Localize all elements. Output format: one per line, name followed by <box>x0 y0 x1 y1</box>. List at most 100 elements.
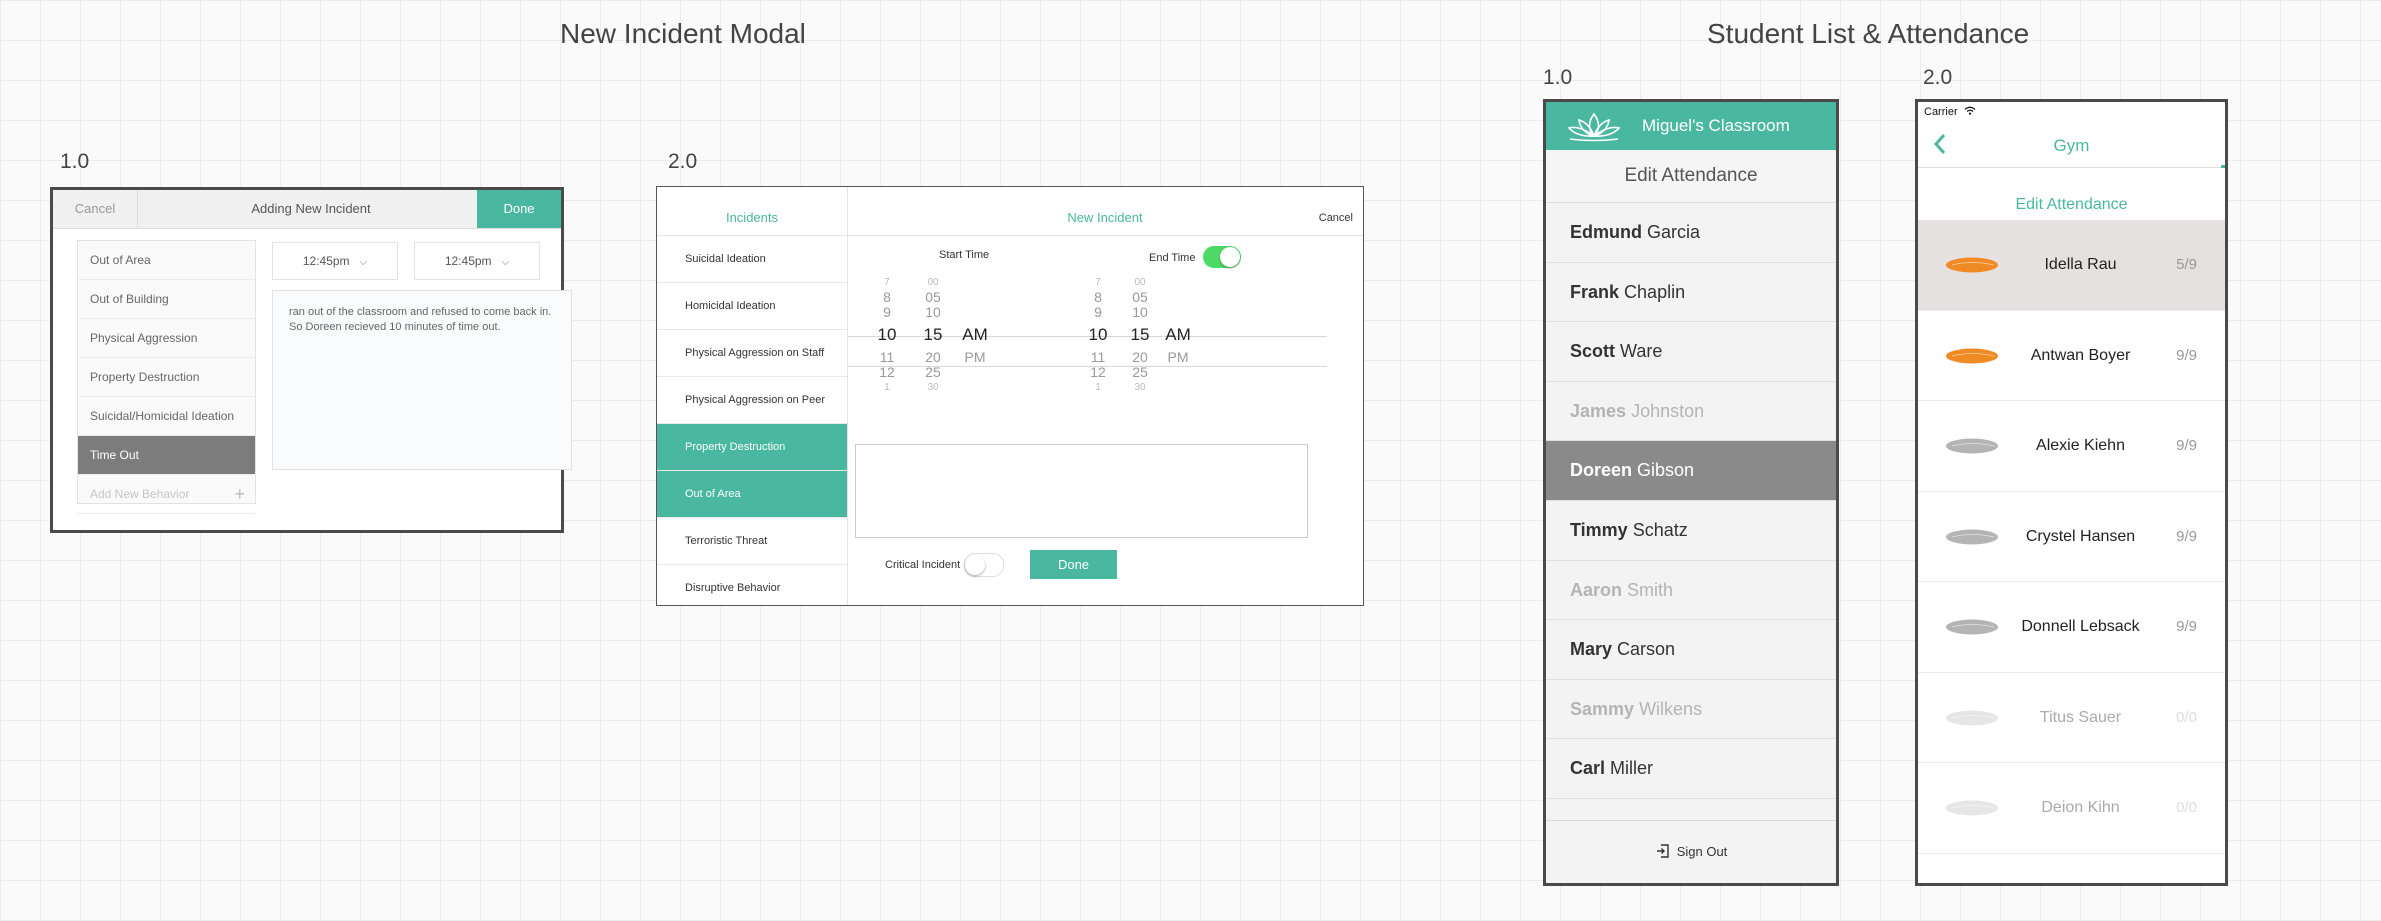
student-list-v1-version-label: 1.0 <box>1543 66 1573 89</box>
incident-item[interactable]: Disruptive Behavior <box>657 565 847 605</box>
status-bar-carrier: Carrier <box>1924 106 1976 118</box>
behavior-item[interactable]: Out of Building <box>78 280 255 319</box>
end-hour-wheel[interactable]: 7 8 9 10 11 12 1 <box>1081 275 1115 395</box>
incident-item[interactable]: Physical Aggression on Peer <box>657 377 847 424</box>
picker-value-current: 10 <box>877 325 897 344</box>
picker-value: PM <box>1167 349 1189 365</box>
picker-value-current: 10 <box>1088 325 1108 344</box>
picker-value: 1 <box>1095 382 1101 393</box>
critical-incident-toggle[interactable] <box>964 553 1004 577</box>
student-row[interactable]: Carl Miller <box>1546 739 1836 799</box>
time-picker[interactable]: 7 8 9 10 11 12 1 00 05 10 15 20 25 30 AM… <box>847 277 1327 405</box>
incident-item-selected[interactable]: Out of Area <box>657 471 847 518</box>
end-minute-wheel[interactable]: 00 05 10 15 20 25 30 <box>1123 275 1157 395</box>
edit-attendance-link[interactable]: Edit Attendance <box>1918 196 2225 214</box>
student-list-v2: Carrier Gym Edit Attendance Idella Rau 5… <box>1915 99 2228 886</box>
student-name: Titus Sauer <box>2039 708 2122 726</box>
student-row[interactable]: Antwan Boyer 9/9 <box>1918 311 2225 401</box>
student-row[interactable]: Donnell Lebsack 9/9 <box>1918 582 2225 673</box>
behavior-item-selected[interactable]: Time Out <box>78 436 255 475</box>
student-row[interactable]: Timmy Schatz <box>1546 501 1836 561</box>
incident-item-selected[interactable]: Property Destruction <box>657 424 847 471</box>
student-row[interactable]: Scott Ware <box>1546 322 1836 382</box>
behavior-item[interactable]: Out of Area <box>78 241 255 280</box>
done-button[interactable]: Done <box>1030 550 1117 579</box>
modal-title: Adding New Incident <box>251 201 371 216</box>
student-row-selected[interactable]: Doreen Gibson <box>1546 441 1836 501</box>
student-name: Idella Rau <box>2044 256 2117 273</box>
end-time-value: 12:45pm <box>444 254 492 268</box>
picker-value: 11 <box>879 349 895 365</box>
chevron-down-icon: ⌵ <box>501 257 510 268</box>
student-last-name: Garcia <box>1647 222 1701 242</box>
behavior-item[interactable]: Physical Aggression <box>78 319 255 358</box>
behavior-item[interactable]: Property Destruction <box>78 358 255 397</box>
chevron-down-icon: ⌵ <box>359 257 368 268</box>
picker-value: 10 <box>1132 304 1148 320</box>
student-first-name: Edmund <box>1570 222 1642 242</box>
student-first-name: Carl <box>1570 758 1606 779</box>
picker-value-current: AM <box>1165 325 1191 344</box>
student-row[interactable]: Edmund Garcia <box>1546 203 1836 263</box>
incident-item[interactable]: Physical Aggression on Staff <box>657 330 847 377</box>
incident-v2-version-label: 2.0 <box>668 150 698 173</box>
end-ampm-wheel[interactable]: AM PM <box>1161 320 1195 365</box>
cancel-button[interactable]: Cancel <box>1319 187 1353 249</box>
student-row-selected[interactable]: Idella Rau 5/9 <box>1918 220 2225 311</box>
picker-value-current: AM <box>962 325 988 344</box>
picker-value: 8 <box>883 289 891 305</box>
start-hour-wheel[interactable]: 7 8 9 10 11 12 1 <box>870 275 904 395</box>
student-first-name: Timmy <box>1570 519 1628 540</box>
student-row[interactable]: Alexie Kiehn 9/9 <box>1918 401 2225 492</box>
header-accent <box>2221 165 2225 168</box>
attendance-score: 9/9 <box>2176 527 2197 545</box>
leaf-badge-icon <box>1946 529 1998 544</box>
student-name: Donnell Lebsack <box>2021 618 2140 635</box>
student-row-inactive[interactable]: Titus Sauer 0/0 <box>1918 673 2225 763</box>
incident-item[interactable]: Homicidal Ideation <box>657 283 847 330</box>
student-row-absent[interactable]: Aaron Smith <box>1546 561 1836 621</box>
student-row[interactable]: Frank Chaplin <box>1546 263 1836 323</box>
cancel-button[interactable]: Cancel <box>53 190 138 228</box>
end-time-select[interactable]: 12:45pm ⌵ <box>414 242 540 280</box>
attendance-score: 9/9 <box>2176 437 2197 454</box>
wifi-icon <box>1964 106 1976 115</box>
incident-modal-section-title: New Incident Modal <box>560 18 806 49</box>
sign-out-button[interactable]: Sign Out <box>1546 820 1836 883</box>
done-button[interactable]: Done <box>477 190 561 228</box>
start-time-value: 12:45pm <box>302 254 350 268</box>
sign-out-label: Sign Out <box>1676 844 1728 859</box>
start-minute-wheel[interactable]: 00 05 10 15 20 25 30 <box>916 275 950 395</box>
student-last-name: Chaplin <box>1624 281 1686 302</box>
behavior-item[interactable]: Suicidal/Homicidal Ideation <box>78 397 255 436</box>
picker-value: 7 <box>884 277 890 288</box>
leaf-badge-icon <box>1946 257 1998 273</box>
student-row-inactive[interactable]: Deion Kihn 0/0 <box>1918 763 2225 854</box>
student-list-section-title: Student List & Attendance <box>1707 18 2030 49</box>
incident-note-textarea[interactable] <box>855 444 1308 538</box>
student-last-name: Ware <box>1620 341 1663 362</box>
end-time-toggle[interactable] <box>1203 246 1241 268</box>
start-time-label: Start Time <box>939 249 990 261</box>
student-row-absent[interactable]: Sammy Wilkens <box>1546 680 1836 740</box>
picker-value-current: 15 <box>1130 325 1150 344</box>
picker-value: 11 <box>1090 349 1106 365</box>
add-behavior-button[interactable]: Add New Behavior + <box>78 475 255 514</box>
student-name: Alexie Kiehn <box>2036 437 2125 454</box>
critical-incident-label: Critical Incident <box>885 559 961 571</box>
start-time-select[interactable]: 12:45pm ⌵ <box>272 242 398 280</box>
picker-value: 05 <box>925 289 941 305</box>
student-row[interactable]: Crystel Hansen 9/9 <box>1918 492 2225 582</box>
student-last-name: Wilkens <box>1639 698 1703 719</box>
picker-value: 05 <box>1132 289 1148 305</box>
incident-item[interactable]: Terroristic Threat <box>657 518 847 565</box>
student-name: Crystel Hansen <box>2025 527 2136 545</box>
start-ampm-wheel[interactable]: AM PM <box>958 320 992 365</box>
incident-note-textarea[interactable]: ran out of the classroom and refused to … <box>272 290 572 470</box>
incident-item[interactable]: Suicidal Ideation <box>657 236 847 283</box>
picker-value: 30 <box>927 382 939 393</box>
page-title: Gym <box>2053 136 2090 155</box>
student-name: Antwan Boyer <box>2030 346 2131 364</box>
student-row[interactable]: Mary Carson <box>1546 620 1836 680</box>
student-row-absent[interactable]: James Johnston <box>1546 382 1836 442</box>
